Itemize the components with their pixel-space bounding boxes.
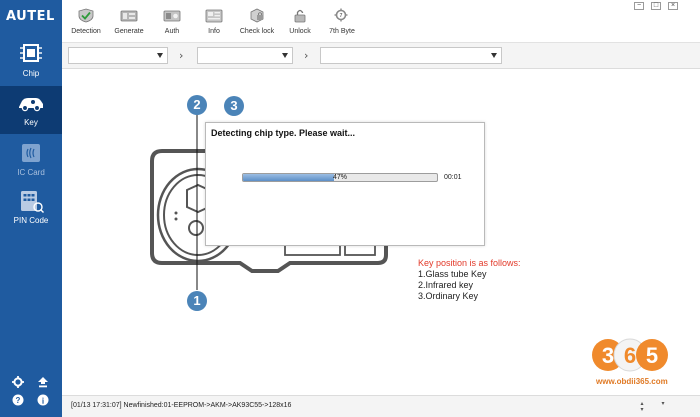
ic-card-icon xyxy=(22,144,40,162)
svg-text:6: 6 xyxy=(624,343,636,368)
marker-3: 3 xyxy=(224,96,244,116)
svg-text:3: 3 xyxy=(602,343,614,368)
selector-row: › › xyxy=(62,43,700,69)
toolbar-label: Generate xyxy=(114,28,144,35)
svg-text:5: 5 xyxy=(646,343,658,368)
brand-logo: AUTEL xyxy=(6,9,55,24)
sidebar-item-pin-code[interactable]: PIN Code xyxy=(0,184,62,232)
dialog-title: Detecting chip type. Please wait... xyxy=(211,128,356,138)
check-lock-icon xyxy=(250,8,264,23)
sidebar: AUTEL Chip Key IC Card PIN Code ? i xyxy=(0,0,62,417)
close-button[interactable]: × xyxy=(668,2,678,10)
chevron-right-icon: › xyxy=(179,49,184,62)
toolbar-7th-byte-button[interactable]: 7 7th Byte xyxy=(319,8,365,40)
year-select[interactable] xyxy=(320,47,502,64)
toolbar-detection-button[interactable]: Detection xyxy=(63,8,109,40)
caret-down-icon xyxy=(157,53,163,58)
sidebar-item-label: Chip xyxy=(22,69,40,78)
marker-2: 2 xyxy=(187,95,207,115)
key-info-heading: Key position is as follows: xyxy=(418,258,521,268)
sidebar-item-label: PIN Code xyxy=(13,216,49,225)
toolbar-label: 7th Byte xyxy=(329,28,355,35)
scroll-down-icon[interactable]: ▾ xyxy=(658,401,668,413)
settings-icon[interactable] xyxy=(12,376,24,388)
progress-bar: 47% xyxy=(242,173,438,182)
detecting-dialog: Detecting chip type. Please wait... 47% … xyxy=(205,122,485,246)
toolbar-label: Detection xyxy=(71,28,101,35)
scroll-up-down-icon[interactable]: ▴ ▾ xyxy=(637,401,647,413)
sidebar-item-label: IC Card xyxy=(17,168,45,177)
minimize-button[interactable]: − xyxy=(634,2,644,10)
unlock-icon xyxy=(294,9,306,23)
toolbar-info-button[interactable]: Info xyxy=(191,8,237,40)
watermark-url: www.obdii365.com xyxy=(596,377,668,386)
chevron-right-icon: › xyxy=(304,49,309,62)
caret-down-icon xyxy=(491,53,497,58)
toolbar-label: Check lock xyxy=(239,28,275,35)
sidebar-item-key[interactable]: Key xyxy=(0,86,62,134)
sidebar-item-label: Key xyxy=(24,118,38,127)
upload-icon[interactable] xyxy=(37,376,49,388)
toolbar: Detection Generate Auth Info Check lock … xyxy=(62,0,700,43)
key-position-info: Key position is as follows: 1.Glass tube… xyxy=(418,258,521,302)
toolbar-auth-button[interactable]: Auth xyxy=(149,8,195,40)
status-message: [01/13 17:31:07] Newfinished:01-EEPROM->… xyxy=(71,402,292,409)
model-select[interactable] xyxy=(197,47,293,64)
progress-percent: 47% xyxy=(332,174,347,181)
maximize-button[interactable]: □ xyxy=(651,2,661,10)
chip-icon xyxy=(20,44,42,62)
sidebar-item-ic-card[interactable]: IC Card xyxy=(0,136,62,184)
toolbar-generate-button[interactable]: Generate xyxy=(106,8,152,40)
toolbar-label: Info xyxy=(208,28,220,35)
marker-1: 1 xyxy=(187,291,207,311)
car-key-icon xyxy=(19,98,43,112)
make-select[interactable] xyxy=(68,47,168,64)
caret-down-icon xyxy=(282,53,288,58)
detection-icon xyxy=(78,8,94,23)
key-info-line: 1.Glass tube Key xyxy=(418,269,487,279)
info-card-icon xyxy=(205,9,223,23)
generate-icon xyxy=(120,10,138,22)
auth-icon xyxy=(163,10,181,22)
pin-code-icon xyxy=(21,191,44,213)
elapsed-time: 00:01 xyxy=(444,174,462,181)
help-icon[interactable]: ? xyxy=(12,394,24,406)
toolbar-label: Auth xyxy=(164,28,180,35)
app-window: AUTEL Chip Key IC Card PIN Code ? i Dete… xyxy=(0,0,700,417)
info-icon[interactable]: i xyxy=(37,394,49,406)
key-info-line: 2.Infrared key xyxy=(418,280,474,290)
seventh-byte-icon: 7 xyxy=(334,8,348,22)
svg-text:?: ? xyxy=(16,396,21,405)
status-bar: [01/13 17:31:07] Newfinished:01-EEPROM->… xyxy=(62,395,700,417)
sidebar-item-chip[interactable]: Chip xyxy=(0,37,62,85)
svg-text:7: 7 xyxy=(340,13,343,19)
toolbar-unlock-button[interactable]: Unlock xyxy=(277,8,323,40)
key-info-line: 3.Ordinary Key xyxy=(418,291,479,301)
toolbar-check-lock-button[interactable]: Check lock xyxy=(234,8,280,40)
toolbar-label: Unlock xyxy=(289,28,311,35)
